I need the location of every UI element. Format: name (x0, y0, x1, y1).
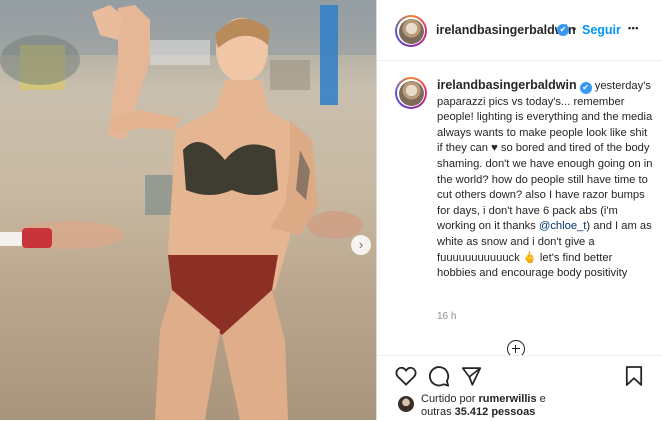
bookmark-icon[interactable] (625, 365, 643, 387)
caption-mention-link[interactable]: @chloe_t (539, 220, 586, 232)
header-avatar[interactable] (395, 15, 427, 47)
caption-timestamp[interactable]: 16 h (437, 311, 456, 322)
header-username[interactable]: irelandbasingerbaldwin (436, 23, 576, 37)
post-photo[interactable]: › (0, 0, 376, 420)
caption-body: yesterday's paparazzi pics vs today's...… (437, 80, 653, 233)
liked-by-line2-prefix: outras (421, 406, 455, 418)
liked-by-text: Curtido por rumerwillis e outras 35.412 … (421, 393, 546, 419)
liked-by-prefix: Curtido por (421, 393, 479, 405)
liked-by-middle: e (536, 393, 546, 405)
post-side-panel: irelandbasingerbaldwin ✔ • Seguir ••• ir… (377, 0, 662, 421)
liked-by-avatar[interactable] (398, 396, 414, 412)
caption-text: irelandbasingerbaldwin ✔ yesterday's papa… (437, 78, 653, 282)
share-icon[interactable] (461, 366, 482, 386)
next-photo-button[interactable]: › (351, 235, 371, 255)
header-separator: • (572, 22, 577, 36)
caption-username[interactable]: irelandbasingerbaldwin (437, 78, 577, 92)
verified-badge-icon: ✔ (557, 24, 569, 36)
post-header: irelandbasingerbaldwin ✔ • Seguir ••• (377, 0, 662, 61)
liked-by-user[interactable]: rumerwillis (478, 393, 536, 405)
comment-icon[interactable] (428, 365, 450, 387)
caption-verified-badge-icon: ✔ (579, 82, 592, 94)
likes-count[interactable]: 35.412 pessoas (455, 406, 536, 418)
more-options-icon[interactable]: ••• (628, 23, 639, 33)
heart-icon[interactable] (395, 366, 417, 386)
caption-avatar[interactable] (395, 77, 427, 109)
follow-button[interactable]: Seguir (582, 23, 621, 37)
beach-scene-illustration (0, 0, 376, 420)
